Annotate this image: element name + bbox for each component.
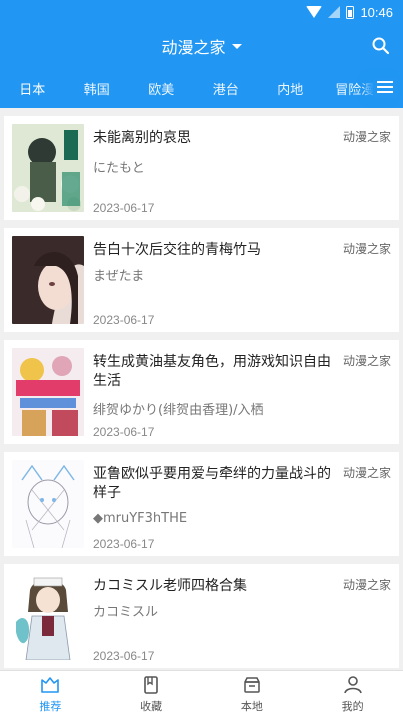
comic-date: 2023-06-17 [93, 425, 155, 439]
comic-cover [12, 348, 84, 436]
comic-source: 动漫之家 [342, 578, 391, 592]
comic-date: 2023-06-17 [93, 649, 155, 663]
local-storage-icon [244, 676, 260, 693]
battery-icon [346, 5, 355, 19]
comic-cover [12, 236, 84, 324]
comic-source: 动漫之家 [342, 130, 391, 144]
tab-japan[interactable]: 日本 [0, 79, 65, 98]
list-item[interactable]: 亚鲁欧似乎要用爱与牵绊的力量战斗的样子 ◆mruYF3hTHE 2023-06-… [4, 452, 399, 556]
nav-label: 本地 [240, 699, 263, 713]
list-item[interactable]: 告白十次后交往的青梅竹马 まぜたま 2023-06-17 动漫之家 [4, 228, 399, 332]
top-app-bar: 10:46 动漫之家 日本 韩国 欧美 港台 内地 冒险漫 [0, 0, 403, 108]
profile-icon [343, 675, 362, 693]
comic-title: 转生成黄油基友角色，用游戏知识自由生活 [93, 354, 331, 389]
list-item[interactable]: 转生成黄油基友角色，用游戏知识自由生活 绯贺ゆかり(绯贺由香理)/入栖 2023… [4, 340, 399, 444]
list-item[interactable]: 未能离别的哀思 にたもと 2023-06-17 动漫之家 [4, 116, 399, 220]
nav-label: 我的 [341, 699, 364, 713]
menu-icon[interactable] [373, 78, 397, 98]
app-title: 动漫之家 [161, 38, 226, 57]
list-item[interactable]: カコミスル老师四格合集 カコミスル 2023-06-17 动漫之家 [4, 564, 399, 668]
comic-date: 2023-06-17 [93, 313, 155, 327]
source-selector[interactable]: 动漫之家 [161, 34, 242, 58]
tab-western[interactable]: 欧美 [129, 79, 194, 98]
comic-title: カコミスル老师四格合集 [93, 578, 247, 594]
nav-profile[interactable]: 我的 [302, 671, 403, 716]
comic-title: 告白十次后交往的青梅竹马 [93, 242, 261, 258]
nav-local[interactable]: 本地 [202, 671, 303, 716]
wifi-icon [306, 6, 323, 18]
tab-hk-tw[interactable]: 港台 [194, 79, 259, 98]
comic-source: 动漫之家 [342, 466, 391, 480]
comic-source: 动漫之家 [342, 242, 391, 256]
comic-list: 未能离别的哀思 にたもと 2023-06-17 动漫之家 告白十次后交往的青梅竹… [0, 110, 403, 670]
comic-date: 2023-06-17 [93, 537, 155, 551]
signal-icon [328, 6, 341, 18]
bookmark-icon [144, 675, 158, 694]
nav-recommend[interactable]: 推荐 [0, 671, 101, 716]
search-icon[interactable] [371, 36, 391, 56]
comic-title: 亚鲁欧似乎要用爱与牵绊的力量战斗的样子 [93, 466, 331, 501]
comic-cover [12, 460, 84, 548]
comic-title: 未能离别的哀思 [93, 130, 191, 146]
caret-down-icon [231, 43, 242, 49]
comic-source: 动漫之家 [342, 354, 391, 368]
category-tabs: 日本 韩国 欧美 港台 内地 冒险漫 [0, 68, 403, 108]
comic-author: 绯贺ゆかり(绯贺由香理)/入栖 [93, 403, 264, 418]
status-time: 10:46 [360, 4, 393, 20]
comic-author: にたもと [93, 161, 145, 176]
tab-korea[interactable]: 韩国 [65, 79, 130, 98]
status-bar: 10:46 [0, 0, 403, 24]
comic-date: 2023-06-17 [93, 201, 155, 215]
nav-label: 推荐 [39, 699, 62, 713]
comic-author: ◆mruYF3hTHE [93, 511, 188, 526]
title-bar: 动漫之家 [0, 24, 403, 68]
recommend-icon [41, 676, 60, 693]
nav-favorites[interactable]: 收藏 [101, 671, 202, 716]
comic-author: まぜたま [93, 269, 145, 284]
comic-cover [12, 572, 84, 660]
comic-cover [12, 124, 84, 212]
tab-mainland[interactable]: 内地 [258, 79, 323, 98]
comic-author: カコミスル [93, 605, 159, 620]
nav-label: 收藏 [140, 699, 163, 713]
bottom-navigation: 推荐 收藏 本地 我的 [0, 670, 403, 716]
